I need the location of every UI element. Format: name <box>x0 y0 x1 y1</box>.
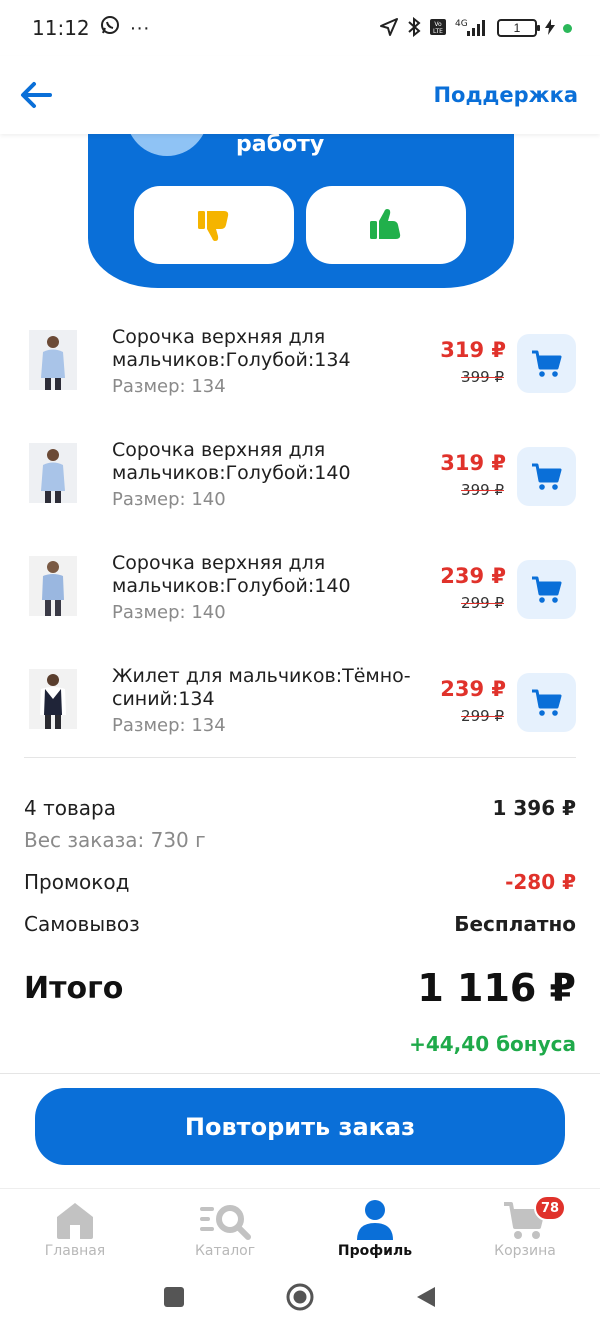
product-thumbnail <box>29 556 77 616</box>
total-label: Итого <box>24 970 124 1006</box>
dislike-button[interactable] <box>134 186 294 264</box>
square-icon <box>164 1287 184 1307</box>
promo-row: Промокод -280 ₽ <box>24 870 576 894</box>
nav-item-profile[interactable]: Профиль <box>300 1189 450 1266</box>
catalog-search-icon <box>200 1205 251 1240</box>
more-notifications-icon: ··· <box>129 16 150 39</box>
product-thumbnail <box>29 443 77 503</box>
cart-icon <box>531 576 561 603</box>
product-size: Размер: 140 <box>112 489 226 510</box>
cart-badge: 78 <box>534 1195 567 1221</box>
battery-icon: 1 <box>497 19 540 37</box>
nav-item-cart[interactable]: 78 Корзина <box>450 1189 600 1266</box>
back-system-button[interactable] <box>415 1285 437 1314</box>
location-icon <box>379 17 399 40</box>
nav-item-home[interactable]: Главная <box>0 1189 150 1266</box>
order-weight: Вес заказа: 730 г <box>24 828 206 852</box>
product-old-price: 399 ₽ <box>461 368 504 386</box>
like-button[interactable] <box>306 186 466 264</box>
profile-icon <box>357 1200 393 1240</box>
back-button[interactable] <box>16 75 56 115</box>
whatsapp-icon <box>100 15 120 41</box>
product-thumbnail <box>29 330 77 390</box>
feedback-text: работу <box>236 132 325 157</box>
add-to-cart-button[interactable] <box>517 447 576 506</box>
thumbs-down-icon <box>198 211 229 241</box>
svg-text:Vo: Vo <box>434 21 442 28</box>
bluetooth-icon <box>407 16 421 40</box>
home-icon <box>57 1203 93 1239</box>
svg-text:4G: 4G <box>455 19 468 29</box>
cart-icon <box>531 463 561 490</box>
pickup-label: Самовывоз <box>24 912 140 936</box>
total-row: Итого 1 116 ₽ <box>24 966 576 1010</box>
add-to-cart-button[interactable] <box>517 334 576 393</box>
product-price: 319 ₽ <box>440 451 506 475</box>
product-row[interactable]: Сорочка верхняя для мальчиков:Голубой:14… <box>0 542 600 655</box>
promo-discount: -280 ₽ <box>505 870 576 894</box>
nav-label: Каталог <box>194 1243 256 1259</box>
home-button[interactable] <box>285 1282 315 1317</box>
product-old-price: 299 ₽ <box>461 707 504 725</box>
status-time: 11:12 <box>32 16 90 40</box>
product-price: 239 ₽ <box>440 677 506 701</box>
cart-icon <box>531 689 561 716</box>
add-to-cart-button[interactable] <box>517 560 576 619</box>
add-to-cart-button[interactable] <box>517 673 576 732</box>
items-total: 1 396 ₽ <box>492 796 576 820</box>
product-name: Сорочка верхняя для мальчиков:Голубой:14… <box>112 439 351 484</box>
triangle-back-icon <box>417 1287 435 1307</box>
signal-icon: 4G <box>455 17 489 40</box>
product-row[interactable]: Жилет для мальчиков:Тёмно-синий:134 Разм… <box>0 655 600 768</box>
recent-apps-button[interactable] <box>163 1286 185 1313</box>
items-count: 4 товара <box>24 796 116 820</box>
product-price: 319 ₽ <box>440 338 506 362</box>
arrow-left-icon <box>21 82 52 108</box>
thumbs-up-icon <box>370 209 401 239</box>
product-row[interactable]: Сорочка верхняя для мальчиков:Голубой:13… <box>0 316 600 429</box>
support-link[interactable]: Поддержка <box>433 83 578 107</box>
product-list: Сорочка верхняя для мальчиков:Голубой:13… <box>0 316 600 768</box>
pickup-row: Самовывоз Бесплатно <box>24 912 576 936</box>
divider <box>0 1073 600 1074</box>
charging-icon <box>545 18 555 38</box>
divider <box>24 757 576 758</box>
product-old-price: 399 ₽ <box>461 481 504 499</box>
circle-icon <box>286 1283 314 1311</box>
nav-label: Профиль <box>337 1243 413 1259</box>
product-size: Размер: 134 <box>112 715 226 736</box>
repeat-order-button[interactable]: Повторить заказ <box>35 1088 565 1165</box>
items-row: 4 товара 1 396 ₽ <box>24 796 576 820</box>
product-row[interactable]: Сорочка верхняя для мальчиков:Голубой:14… <box>0 429 600 542</box>
nav-label: Корзина <box>494 1243 556 1259</box>
product-thumbnail <box>29 669 77 729</box>
volte-icon: Vo LTE <box>429 18 447 39</box>
cart-icon <box>531 350 561 377</box>
product-size: Размер: 140 <box>112 602 226 623</box>
product-old-price: 299 ₽ <box>461 594 504 612</box>
product-name: Сорочка верхняя для мальчиков:Голубой:13… <box>112 326 351 371</box>
product-price: 239 ₽ <box>440 564 506 588</box>
nav-item-catalog[interactable]: Каталог <box>150 1189 300 1266</box>
system-navigation-bar <box>0 1266 600 1333</box>
total-value: 1 116 ₽ <box>417 966 576 1010</box>
svg-text:LTE: LTE <box>433 28 443 35</box>
nav-label: Главная <box>44 1243 106 1259</box>
bottom-navigation: Главная Каталог Профиль 78 Корзина <box>0 1188 600 1266</box>
app-header: Поддержка <box>0 56 600 134</box>
promo-label: Промокод <box>24 870 130 894</box>
pickup-cost: Бесплатно <box>454 912 576 936</box>
product-name: Жилет для мальчиков:Тёмно-синий:134 <box>112 665 411 710</box>
product-name: Сорочка верхняя для мальчиков:Голубой:14… <box>112 552 351 597</box>
bonus-amount: +44,40 бонуса <box>409 1032 576 1056</box>
battery-level: 1 <box>513 21 521 35</box>
status-bar: 11:12 ··· Vo LTE 4G 1 <box>0 0 600 56</box>
active-dot <box>563 23 572 33</box>
product-size: Размер: 134 <box>112 376 226 397</box>
